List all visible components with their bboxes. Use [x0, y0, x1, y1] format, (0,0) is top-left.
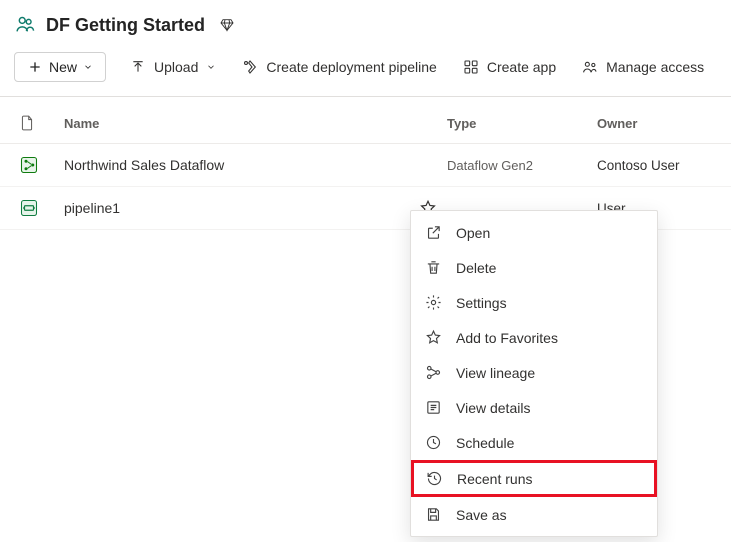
row-name-text: pipeline1	[64, 200, 419, 216]
menu-delete[interactable]: Delete	[411, 250, 657, 285]
toolbar: New Upload Create deployment pipeline Cr…	[0, 46, 731, 97]
manage-access-label: Manage access	[606, 59, 704, 75]
workspace-icon	[14, 14, 36, 36]
menu-view-details[interactable]: View details	[411, 390, 657, 425]
menu-recent-runs[interactable]: Recent runs	[411, 460, 657, 497]
create-app-label: Create app	[487, 59, 556, 75]
context-menu: Open Delete Settings Add to Favorites Vi…	[410, 210, 658, 537]
col-owner-header[interactable]: Owner	[597, 116, 717, 131]
col-icon-header	[20, 115, 64, 131]
menu-label: View details	[456, 400, 530, 416]
menu-label: View lineage	[456, 365, 535, 381]
menu-settings[interactable]: Settings	[411, 285, 657, 320]
menu-save-as[interactable]: Save as	[411, 497, 657, 532]
col-name-header[interactable]: Name	[64, 116, 447, 131]
create-pipeline-button[interactable]: Create deployment pipeline	[240, 55, 438, 79]
new-label: New	[49, 59, 77, 75]
menu-label: Schedule	[456, 435, 514, 451]
row-type: Dataflow Gen2	[447, 158, 597, 173]
menu-label: Settings	[456, 295, 507, 311]
create-pipeline-label: Create deployment pipeline	[266, 59, 436, 75]
upload-label: Upload	[154, 59, 198, 75]
menu-schedule[interactable]: Schedule	[411, 425, 657, 460]
pipeline-icon	[20, 199, 64, 217]
table-row[interactable]: Northwind Sales Dataflow Dataflow Gen2 C…	[0, 144, 731, 187]
menu-label: Add to Favorites	[456, 330, 558, 346]
menu-label: Save as	[456, 507, 507, 523]
menu-open[interactable]: Open	[411, 215, 657, 250]
col-type-header[interactable]: Type	[447, 116, 597, 131]
row-name[interactable]: Northwind Sales Dataflow	[64, 157, 447, 173]
manage-access-button[interactable]: Manage access	[580, 55, 706, 79]
create-app-button[interactable]: Create app	[461, 55, 558, 79]
menu-label: Open	[456, 225, 490, 241]
menu-view-lineage[interactable]: View lineage	[411, 355, 657, 390]
row-owner: Contoso User	[597, 158, 717, 173]
table-header: Name Type Owner	[0, 97, 731, 144]
premium-diamond-icon	[219, 17, 235, 33]
dataflow-icon	[20, 156, 64, 174]
menu-label: Recent runs	[457, 471, 532, 487]
workspace-header: DF Getting Started	[0, 0, 731, 46]
upload-button[interactable]: Upload	[128, 55, 218, 79]
row-name[interactable]: pipeline1	[64, 199, 447, 217]
page-title: DF Getting Started	[46, 15, 205, 36]
new-button[interactable]: New	[14, 52, 106, 82]
menu-add-favorites[interactable]: Add to Favorites	[411, 320, 657, 355]
menu-label: Delete	[456, 260, 496, 276]
